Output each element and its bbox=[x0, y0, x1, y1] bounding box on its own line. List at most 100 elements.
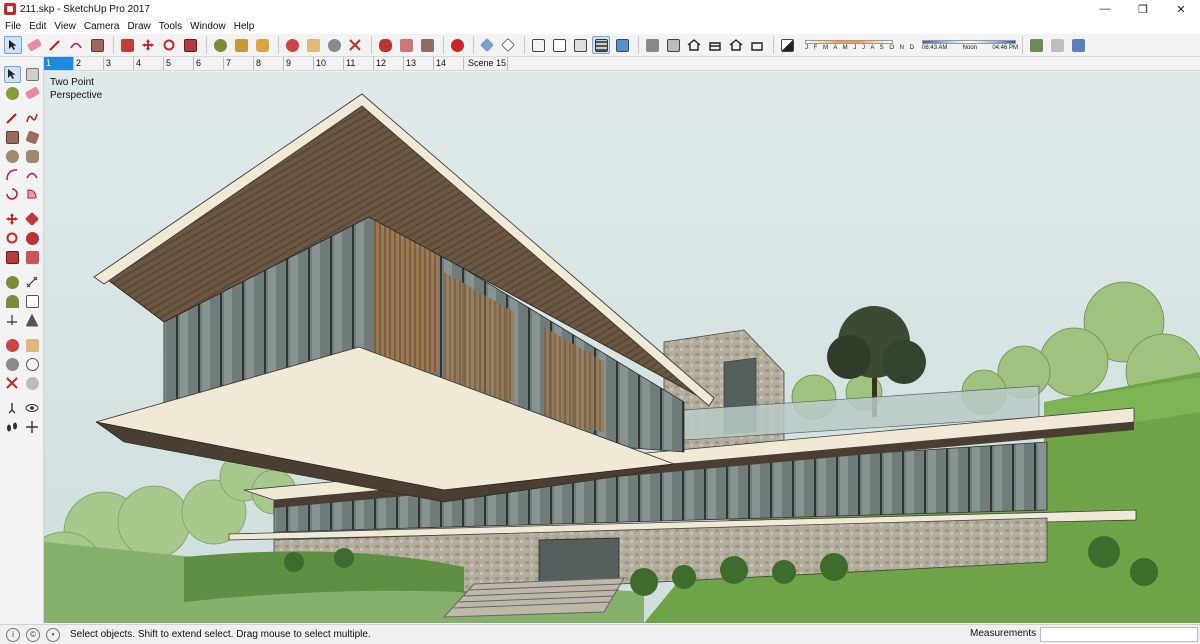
scene-tab-13[interactable]: 13 bbox=[404, 57, 434, 70]
position-camera-tool[interactable] bbox=[4, 400, 21, 417]
menu-window[interactable]: Window bbox=[187, 21, 229, 32]
scene-tab-4[interactable]: 4 bbox=[134, 57, 164, 70]
share-model-button[interactable] bbox=[418, 36, 436, 54]
right-view-button[interactable] bbox=[706, 36, 724, 54]
add-location-button[interactable] bbox=[1048, 36, 1066, 54]
toggle-terrain-button[interactable] bbox=[1069, 36, 1087, 54]
credits-icon[interactable]: © bbox=[26, 627, 40, 642]
scene-tab-14[interactable]: 14 bbox=[434, 57, 464, 70]
menu-help[interactable]: Help bbox=[231, 21, 258, 32]
follow-me-tool[interactable] bbox=[24, 230, 41, 247]
menu-camera[interactable]: Camera bbox=[81, 21, 123, 32]
month-slider-track[interactable] bbox=[805, 39, 893, 44]
scene-tab-10[interactable]: 10 bbox=[314, 57, 344, 70]
freehand-tool[interactable] bbox=[24, 110, 41, 127]
scene-tab-12[interactable]: 12 bbox=[374, 57, 404, 70]
menu-tools[interactable]: Tools bbox=[156, 21, 185, 32]
shapes-tool-button[interactable] bbox=[88, 36, 106, 54]
select-tool-button[interactable] bbox=[4, 36, 22, 54]
push-pull-tool[interactable] bbox=[24, 211, 41, 228]
shadows-toggle-button[interactable] bbox=[778, 36, 796, 54]
eraser-tool-button[interactable] bbox=[25, 36, 43, 54]
zoom-window-tool[interactable] bbox=[24, 356, 41, 373]
left-view-button[interactable] bbox=[748, 36, 766, 54]
tape-measure-tool[interactable] bbox=[4, 274, 21, 291]
zoom-tool-button[interactable] bbox=[325, 36, 343, 54]
scene-tab-8[interactable]: 8 bbox=[254, 57, 284, 70]
axes-tool[interactable] bbox=[4, 312, 21, 329]
scene-tab-11[interactable]: 11 bbox=[344, 57, 374, 70]
close-button[interactable]: ✕ bbox=[1162, 0, 1200, 18]
rectangle-tool[interactable] bbox=[4, 129, 21, 146]
paint-bucket-button[interactable] bbox=[253, 36, 271, 54]
warehouse-button[interactable] bbox=[376, 36, 394, 54]
rotate-tool[interactable] bbox=[4, 230, 21, 247]
shaded-textures-style-button[interactable] bbox=[592, 36, 610, 54]
look-around-tool[interactable] bbox=[24, 400, 41, 417]
sandbox-button[interactable] bbox=[1027, 36, 1045, 54]
zoom-extents-tool[interactable] bbox=[4, 375, 21, 392]
select-tool[interactable] bbox=[3, 65, 21, 83]
scene-tab-6[interactable]: 6 bbox=[194, 57, 224, 70]
xray-style-button[interactable] bbox=[478, 36, 496, 54]
minimize-button[interactable]: — bbox=[1086, 0, 1124, 18]
pie-tool[interactable] bbox=[24, 186, 41, 203]
pan-tool-button[interactable] bbox=[304, 36, 322, 54]
shadow-month-slider[interactable]: J F M A M J J A S O N D bbox=[805, 39, 916, 51]
walk-tool[interactable] bbox=[4, 419, 21, 436]
scene-tab-5[interactable]: 5 bbox=[164, 57, 194, 70]
two-point-arc-tool[interactable] bbox=[24, 167, 41, 184]
back-view-button[interactable] bbox=[727, 36, 745, 54]
scene-tab-2[interactable]: 2 bbox=[74, 57, 104, 70]
geo-location-icon[interactable]: i bbox=[6, 627, 20, 642]
front-view-button[interactable] bbox=[685, 36, 703, 54]
text-tool[interactable] bbox=[24, 293, 41, 310]
scene-tab-15[interactable]: Scene 15 bbox=[464, 57, 508, 70]
menu-file[interactable]: File bbox=[2, 21, 24, 32]
extension-warehouse-button[interactable] bbox=[397, 36, 415, 54]
circle-tool[interactable] bbox=[4, 148, 21, 165]
protractor-tool[interactable] bbox=[4, 293, 21, 310]
menu-edit[interactable]: Edit bbox=[26, 21, 49, 32]
arc-tool[interactable] bbox=[4, 167, 21, 184]
rotated-rectangle-tool[interactable] bbox=[24, 129, 41, 146]
dimension-tool[interactable] bbox=[24, 274, 41, 291]
rotate-tool-button[interactable] bbox=[160, 36, 178, 54]
monochrome-style-button[interactable] bbox=[613, 36, 631, 54]
scene-tab-3[interactable]: 3 bbox=[104, 57, 134, 70]
tape-measure-button[interactable] bbox=[211, 36, 229, 54]
shadow-time-slider[interactable]: 06:43 AM Noon 04:46 PM bbox=[922, 39, 1018, 51]
section-plane-tool[interactable] bbox=[24, 419, 41, 436]
pan-tool[interactable] bbox=[24, 337, 41, 354]
back-edges-style-button[interactable] bbox=[499, 36, 517, 54]
three-point-arc-tool[interactable] bbox=[4, 186, 21, 203]
measurements-input[interactable] bbox=[1040, 627, 1198, 642]
shaded-style-button[interactable] bbox=[571, 36, 589, 54]
move-tool[interactable] bbox=[4, 211, 21, 228]
wireframe-style-button[interactable] bbox=[529, 36, 547, 54]
text-tool-button[interactable] bbox=[232, 36, 250, 54]
scene-tab-1[interactable]: 1 bbox=[44, 57, 74, 70]
zoom-tool[interactable] bbox=[4, 356, 21, 373]
paint-bucket-tool[interactable] bbox=[4, 85, 21, 102]
scene-tab-9[interactable]: 9 bbox=[284, 57, 314, 70]
scene-tab-7[interactable]: 7 bbox=[224, 57, 254, 70]
line-tool-button[interactable] bbox=[46, 36, 64, 54]
orbit-tool-button[interactable] bbox=[283, 36, 301, 54]
line-tool[interactable] bbox=[4, 110, 21, 127]
previous-view-tool[interactable] bbox=[24, 375, 41, 392]
time-slider-track[interactable] bbox=[922, 39, 1017, 44]
polygon-tool[interactable] bbox=[24, 148, 41, 165]
iso-view-button[interactable] bbox=[643, 36, 661, 54]
scale-tool-button[interactable] bbox=[181, 36, 199, 54]
push-pull-button[interactable] bbox=[118, 36, 136, 54]
hidden-line-style-button[interactable] bbox=[550, 36, 568, 54]
model-viewport[interactable]: Two Point Perspective bbox=[44, 72, 1200, 623]
3d-text-tool[interactable] bbox=[24, 312, 41, 329]
eraser-tool[interactable] bbox=[24, 85, 41, 102]
arc-tool-button[interactable] bbox=[67, 36, 85, 54]
maximize-button[interactable]: ❐ bbox=[1124, 0, 1162, 18]
layout-button[interactable] bbox=[448, 36, 466, 54]
make-component-tool[interactable] bbox=[24, 66, 41, 83]
offset-tool[interactable] bbox=[24, 249, 41, 266]
